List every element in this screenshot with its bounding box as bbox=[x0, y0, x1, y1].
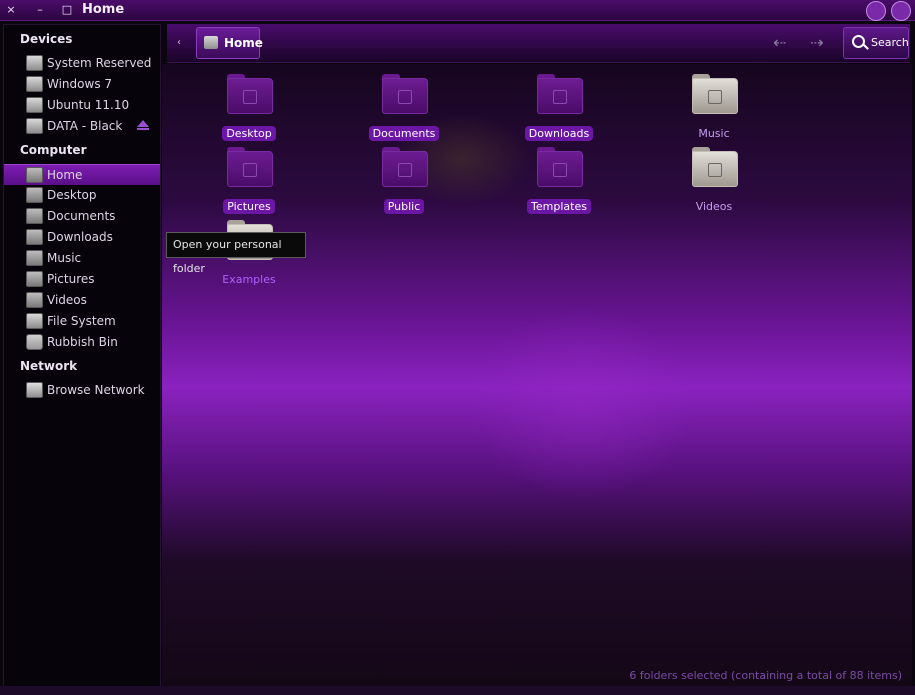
sidebar-item-documents[interactable]: Documents bbox=[4, 206, 160, 226]
folder-label: Desktop bbox=[222, 126, 276, 141]
sidebar-item-browse-network[interactable]: Browse Network bbox=[4, 380, 160, 400]
sidebar-item-downloads[interactable]: Downloads bbox=[4, 227, 160, 247]
sidebar-item-label: Rubbish Bin bbox=[47, 335, 118, 349]
music-folder-icon bbox=[692, 74, 738, 114]
window-bottom-edge bbox=[0, 686, 915, 695]
desktop-folder-icon bbox=[227, 74, 273, 114]
sidebar-item-label: Ubuntu 11.10 bbox=[47, 98, 130, 112]
sidebar-item-label: Pictures bbox=[47, 272, 95, 286]
documents-folder-icon bbox=[382, 74, 428, 114]
sidebar-item-label: Videos bbox=[47, 293, 87, 307]
music-folder-icon bbox=[26, 250, 43, 266]
sidebar-item-label: DATA - Black bbox=[47, 119, 123, 133]
sidebar-item-rubbish-bin[interactable]: Rubbish Bin bbox=[4, 332, 160, 352]
sidebar-item-home[interactable]: Home bbox=[4, 164, 160, 185]
folder-label: Pictures bbox=[223, 199, 275, 214]
sidebar-item-label: Documents bbox=[47, 209, 116, 223]
folder-pictures[interactable]: Pictures bbox=[184, 147, 314, 214]
folder-label: Examples bbox=[222, 273, 276, 286]
sidebar-item-music[interactable]: Music bbox=[4, 248, 160, 268]
session-icon[interactable] bbox=[891, 1, 911, 21]
drive-icon bbox=[26, 55, 43, 71]
sidebar: Devices System Reserved Windows 7 Ubuntu… bbox=[3, 24, 161, 688]
folder-public[interactable]: Public bbox=[339, 147, 469, 214]
sidebar-item-label: Desktop bbox=[47, 188, 97, 202]
drive-icon bbox=[26, 118, 43, 134]
sidebar-item-file-system[interactable]: File System bbox=[4, 311, 160, 331]
folder-label: Templates bbox=[527, 199, 591, 214]
videos-folder-icon bbox=[26, 292, 43, 308]
sidebar-item-label: Windows 7 bbox=[47, 77, 113, 91]
sidebar-item-ubuntu[interactable]: Ubuntu 11.10 bbox=[4, 95, 160, 115]
minimize-window-icon[interactable]: – bbox=[33, 3, 47, 17]
folder-label: Documents bbox=[368, 126, 440, 141]
pictures-folder-icon bbox=[26, 271, 43, 287]
breadcrumb-home-button[interactable]: Home bbox=[196, 27, 263, 59]
close-window-icon[interactable]: × bbox=[4, 3, 18, 17]
breadcrumb-scroll-left-icon[interactable]: ‹ bbox=[177, 37, 181, 48]
folder-music[interactable]: Music bbox=[649, 74, 779, 140]
trash-icon bbox=[26, 334, 43, 350]
search-label: Search bbox=[871, 36, 909, 49]
indicator-icon[interactable] bbox=[866, 1, 886, 21]
templates-folder-icon bbox=[537, 147, 583, 187]
sidebar-item-label: System Reserved bbox=[47, 56, 152, 70]
sidebar-item-windows-7[interactable]: Windows 7 bbox=[4, 74, 160, 94]
network-header: Network bbox=[20, 359, 78, 373]
sidebar-item-data-black[interactable]: DATA - Black bbox=[4, 116, 160, 136]
breadcrumb-label: Home bbox=[224, 36, 263, 50]
sidebar-item-pictures[interactable]: Pictures bbox=[4, 269, 160, 289]
maximize-window-icon[interactable]: □ bbox=[60, 3, 74, 17]
title-bar: × – □ Home bbox=[0, 0, 915, 21]
search-icon bbox=[852, 35, 865, 48]
pictures-folder-icon bbox=[227, 147, 273, 187]
public-folder-icon bbox=[382, 147, 428, 187]
back-arrow-icon[interactable]: ⇠ bbox=[773, 33, 786, 52]
home-folder-icon bbox=[26, 167, 43, 183]
search-button[interactable]: Search bbox=[843, 27, 909, 59]
devices-header: Devices bbox=[20, 32, 73, 46]
folder-documents[interactable]: Documents bbox=[339, 74, 469, 141]
desktop-folder-icon bbox=[26, 187, 43, 203]
sidebar-item-system-reserved[interactable]: System Reserved bbox=[4, 53, 160, 73]
network-icon bbox=[26, 382, 43, 398]
sidebar-item-videos[interactable]: Videos bbox=[4, 290, 160, 310]
drive-icon bbox=[26, 313, 43, 329]
forward-arrow-icon[interactable]: ⇢ bbox=[810, 33, 823, 52]
file-view: Desktop Documents Downloads Music Pictur… bbox=[162, 64, 912, 686]
downloads-folder-icon bbox=[537, 74, 583, 114]
downloads-folder-icon bbox=[26, 229, 43, 245]
window-title: Home bbox=[82, 2, 125, 17]
documents-folder-icon bbox=[26, 208, 43, 224]
folder-downloads[interactable]: Downloads bbox=[494, 74, 624, 141]
folder-label: Downloads bbox=[524, 126, 594, 141]
status-bar-text: 6 folders selected (containing a total o… bbox=[629, 669, 902, 682]
drive-icon bbox=[26, 97, 43, 113]
folder-videos[interactable]: Videos bbox=[649, 147, 779, 213]
sidebar-item-label: Downloads bbox=[47, 230, 113, 244]
tooltip: Open your personal folder bbox=[166, 232, 306, 275]
folder-label: Public bbox=[383, 199, 425, 214]
eject-icon[interactable] bbox=[137, 120, 149, 130]
toolbar: ‹ Home ⇠ ⇢ Search bbox=[167, 24, 910, 63]
videos-folder-icon bbox=[692, 147, 738, 187]
home-icon bbox=[204, 36, 218, 49]
folder-templates[interactable]: Templates bbox=[494, 147, 624, 214]
sidebar-item-label: Browse Network bbox=[47, 383, 145, 397]
sidebar-item-label: Music bbox=[47, 251, 82, 265]
folder-desktop[interactable]: Desktop bbox=[184, 74, 314, 141]
sidebar-item-desktop[interactable]: Desktop bbox=[4, 185, 160, 205]
computer-header: Computer bbox=[20, 143, 87, 157]
sidebar-item-label: Home bbox=[47, 168, 83, 182]
folder-label: Videos bbox=[695, 200, 733, 213]
folder-label: Music bbox=[698, 127, 730, 140]
drive-icon bbox=[26, 76, 43, 92]
sidebar-item-label: File System bbox=[47, 314, 116, 328]
